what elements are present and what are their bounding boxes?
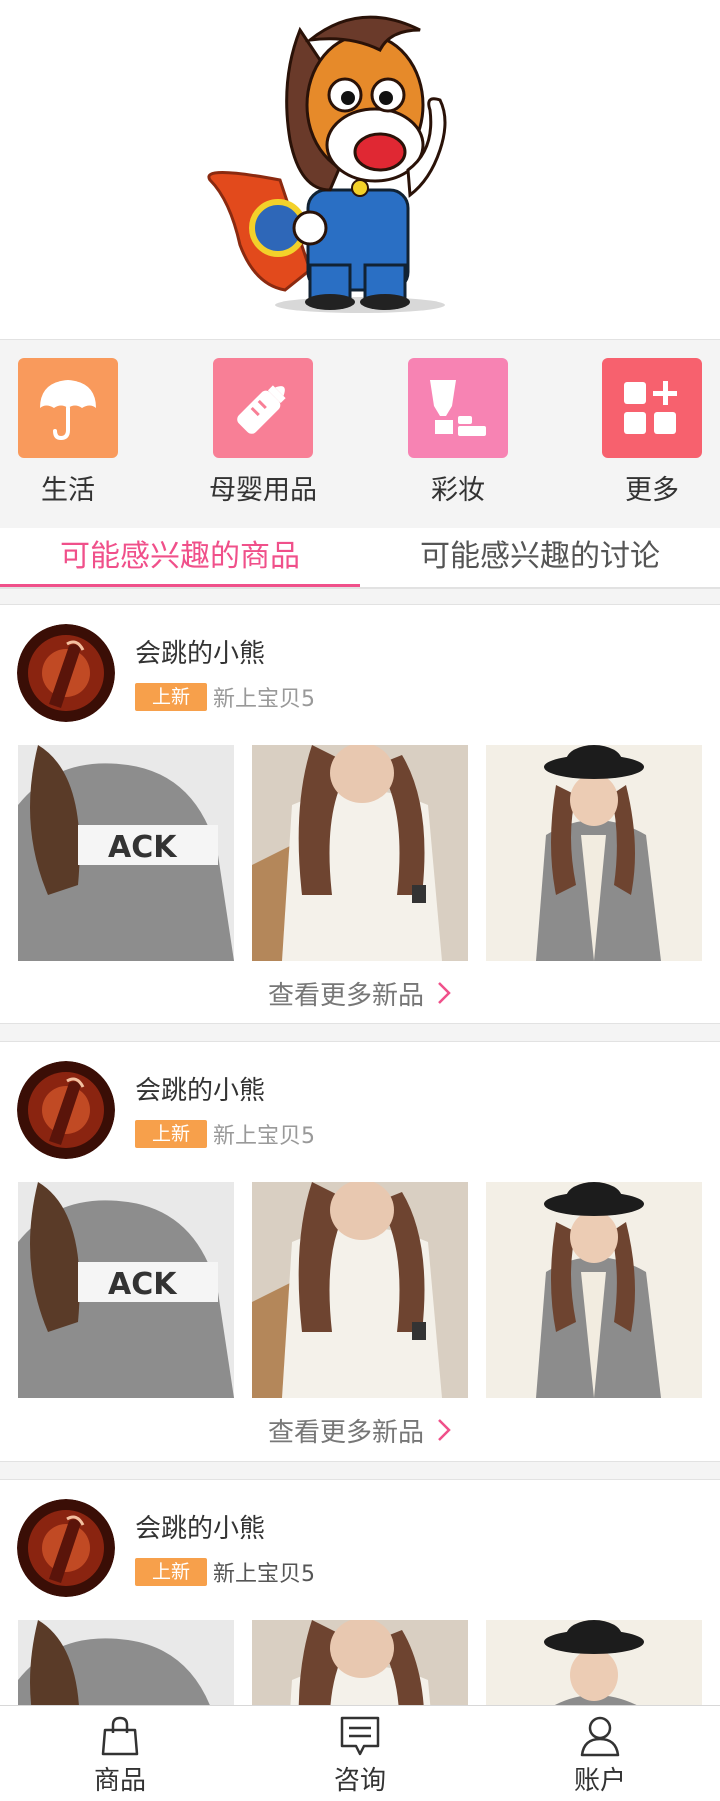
shopping-bag-icon — [101, 1716, 139, 1756]
horse-mascot-image — [207, 15, 447, 313]
product-image-gray-sweater[interactable]: ACK — [18, 745, 234, 961]
tab-bar: 可能感兴趣的商品 可能感兴趣的讨论 — [0, 528, 720, 588]
category-label: 生活 — [41, 475, 95, 506]
baby-bottle-icon — [213, 358, 313, 458]
new-items-text: 新上宝贝5 — [213, 687, 315, 712]
category-grid: 生活 母婴用品 彩妆 更多 — [0, 339, 720, 530]
section-gap — [0, 1023, 720, 1042]
banner[interactable] — [0, 0, 720, 339]
nav-account[interactable]: 账户 — [480, 1706, 720, 1801]
user-icon — [580, 1716, 620, 1757]
nav-label: 账户 — [573, 1766, 626, 1796]
product-image-gray-sweater[interactable] — [18, 1620, 234, 1705]
chat-bubble-icon — [340, 1716, 380, 1756]
category-label: 母婴用品 — [209, 475, 317, 506]
tab-interested-products[interactable]: 可能感兴趣的商品 — [0, 528, 360, 586]
view-more-label: 查看更多新品 — [267, 1418, 424, 1448]
tab-interested-discussions[interactable]: 可能感兴趣的讨论 — [360, 528, 720, 586]
shop-name[interactable]: 会跳的小熊 — [135, 1508, 265, 1545]
new-items-text: 新上宝贝5 — [213, 1124, 315, 1149]
nav-label: 商品 — [93, 1766, 146, 1796]
feed-card: 会跳的小熊 上新 新上宝贝5 — [0, 1480, 720, 1705]
product-image-white-shirt[interactable] — [252, 745, 468, 961]
product-image-white-shirt[interactable] — [252, 1182, 468, 1398]
product-image-tweed-coat[interactable] — [486, 1182, 702, 1398]
new-items-text: 新上宝贝5 — [213, 1562, 315, 1587]
product-photos: ACK — [18, 1182, 702, 1398]
cosmetics-icon — [408, 358, 508, 458]
new-badge: 上新 — [135, 1120, 207, 1148]
shop-name[interactable]: 会跳的小熊 — [135, 1070, 265, 1107]
product-photos: ACK — [18, 745, 702, 961]
category-more[interactable]: 更多 — [592, 358, 712, 507]
view-more-link[interactable]: 查看更多新品 — [0, 1412, 720, 1450]
new-badge: 上新 — [135, 1558, 207, 1586]
category-label: 彩妆 — [431, 475, 485, 506]
nav-consult[interactable]: 咨询 — [240, 1706, 480, 1801]
product-photos — [18, 1620, 702, 1705]
category-makeup[interactable]: 彩妆 — [398, 358, 518, 507]
category-life[interactable]: 生活 — [8, 358, 128, 507]
product-image-white-shirt[interactable] — [252, 1620, 468, 1705]
feed-card: 会跳的小熊 上新 新上宝贝5 ACK 查看更多新品 — [0, 605, 720, 1020]
feed-card: 会跳的小熊 上新 新上宝贝5 ACK 查看更多新品 — [0, 1042, 720, 1459]
avatar[interactable] — [17, 1499, 115, 1597]
product-image-tweed-coat[interactable] — [486, 745, 702, 961]
view-more-link[interactable]: 查看更多新品 — [0, 975, 720, 1013]
svg-text:ACK: ACK — [108, 830, 178, 865]
avatar[interactable] — [17, 624, 115, 722]
product-image-tweed-coat[interactable] — [486, 1620, 702, 1705]
category-label: 更多 — [625, 475, 679, 506]
view-more-label: 查看更多新品 — [267, 981, 424, 1011]
new-badge: 上新 — [135, 683, 207, 711]
grid-plus-icon — [602, 358, 702, 458]
nav-products[interactable]: 商品 — [0, 1706, 240, 1801]
section-gap — [0, 588, 720, 605]
section-gap — [0, 1461, 720, 1480]
bottom-nav: 商品 咨询 账户 — [0, 1705, 720, 1801]
avatar[interactable] — [17, 1061, 115, 1159]
svg-text:ACK: ACK — [108, 1267, 178, 1302]
chevron-right-icon — [436, 980, 452, 1013]
category-baby[interactable]: 母婴用品 — [203, 358, 323, 507]
chevron-right-icon — [436, 1417, 452, 1450]
nav-label: 咨询 — [333, 1766, 386, 1796]
umbrella-icon — [18, 358, 118, 458]
product-image-gray-sweater[interactable]: ACK — [18, 1182, 234, 1398]
shop-name[interactable]: 会跳的小熊 — [135, 633, 265, 670]
